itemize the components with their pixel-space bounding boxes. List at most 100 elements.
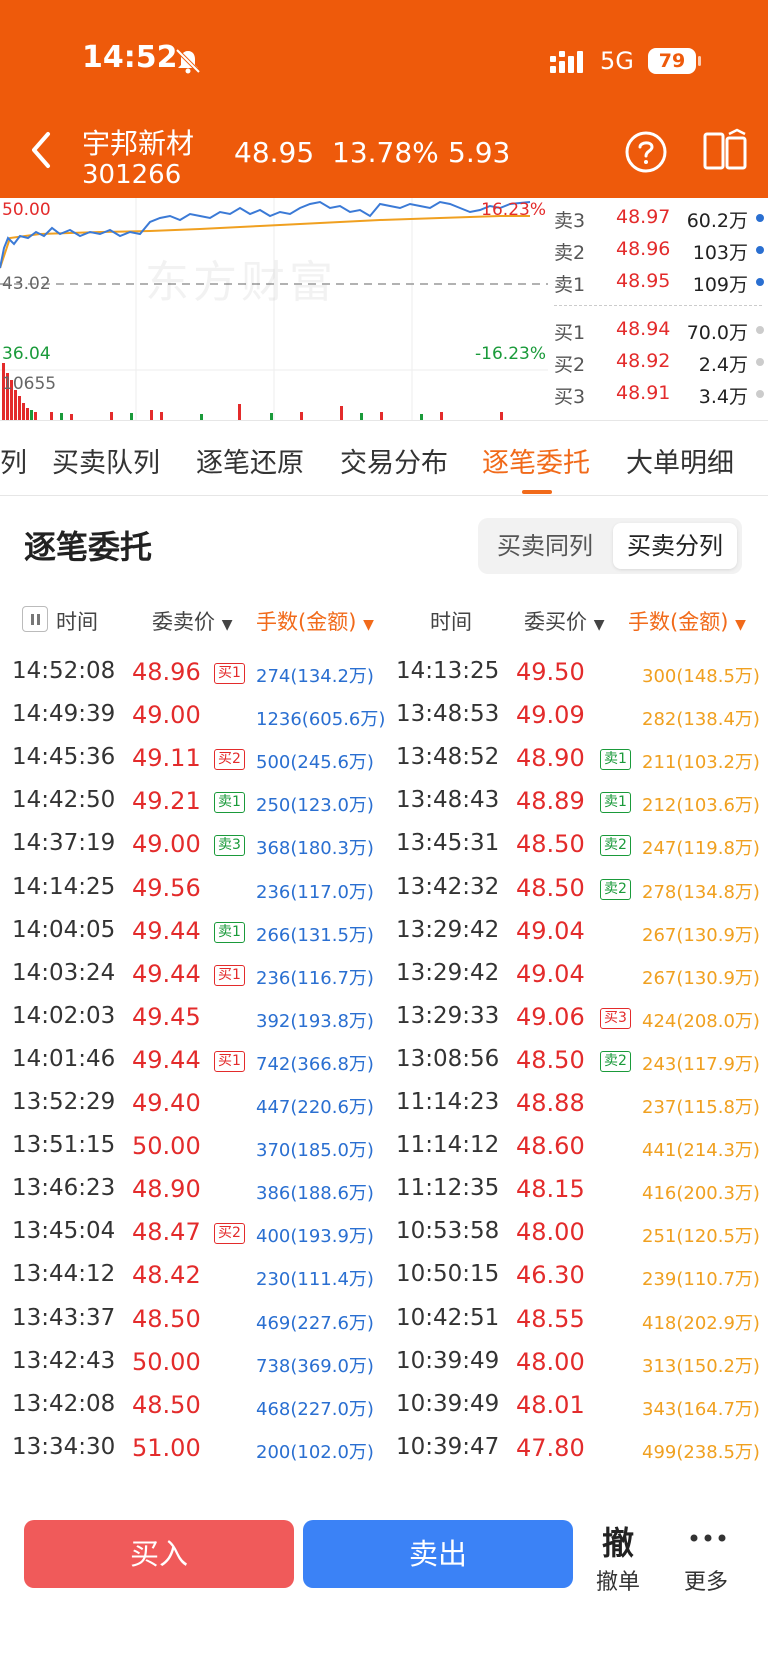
- col-sell-price[interactable]: 委卖价 ▼: [152, 606, 232, 636]
- stock-name: 宇邦新材: [82, 127, 195, 160]
- help-icon[interactable]: [624, 130, 668, 174]
- sell-order-badge: 卖1: [214, 921, 245, 943]
- col-sell-price-label: 委卖价: [152, 610, 215, 634]
- pause-icon[interactable]: [22, 606, 48, 632]
- tab-order-queue[interactable]: 买卖队列: [52, 441, 160, 480]
- table-row[interactable]: 14:14:25 49.56 236(117.0万) 13:42:32 48.50 278…: [0, 866, 768, 912]
- cancel-order-icon[interactable]: 撤: [602, 1518, 634, 1564]
- sell-price: 48.47: [132, 1218, 201, 1247]
- table-row[interactable]: 13:45:04 48.47 400(193.9万) 10:53:58 48.00 251…: [0, 1210, 768, 1256]
- ask-label: 卖1: [554, 274, 586, 296]
- sell-volume: 1236(605.6万): [256, 709, 386, 731]
- table-row[interactable]: 14:42:50 49.21 250(123.0万) 13:48:43 48.89 212…: [0, 779, 768, 825]
- buy-time: 10:39:49: [396, 1390, 500, 1417]
- sell-price: 49.21: [132, 787, 201, 816]
- column-headers: 时间 委卖价 ▼ 手数(金额) ▼ 时间 委买价 ▼ 手数(金额) ▼: [0, 602, 768, 638]
- table-row[interactable]: 14:45:36 49.11 500(245.6万) 13:48:52 48.90 211…: [0, 736, 768, 782]
- sell-price: 48.90: [132, 1175, 201, 1204]
- ask-dot-icon: [756, 246, 764, 254]
- buy-volume: 239(110.7万): [642, 1269, 760, 1291]
- status-bar: 14:52 5G 79: [0, 0, 768, 120]
- stock-change: 5.93: [448, 136, 511, 169]
- chart-preclose-label: 43.02: [2, 274, 51, 294]
- chart-pct-high-label: 16.23%: [481, 200, 546, 220]
- more-label[interactable]: 更多: [684, 1564, 728, 1596]
- sell-time: 14:02:03: [12, 1002, 116, 1029]
- col-buy-volume-label: 手数(金额): [628, 610, 729, 634]
- same-column-button[interactable]: 买卖同列: [483, 523, 607, 569]
- sell-time: 13:43:37: [12, 1304, 116, 1331]
- buy-price: 48.00: [516, 1347, 585, 1376]
- col-buy-volume[interactable]: 手数(金额) ▼: [628, 606, 746, 636]
- status-time: 14:52: [82, 40, 178, 75]
- bid-price: 48.94: [616, 318, 671, 340]
- cancel-order-label[interactable]: 撤单: [596, 1564, 640, 1596]
- buy-volume: 313(150.2万): [642, 1355, 760, 1377]
- sort-caret-icon: ▼: [593, 617, 605, 633]
- col-buy-price[interactable]: 委买价 ▼: [524, 606, 604, 636]
- table-row[interactable]: 13:42:43 50.00 738(369.0万) 10:39:49 48.00 313…: [0, 1340, 768, 1386]
- table-row[interactable]: 14:04:05 49.44 266(131.5万) 13:29:42 49.04 267…: [0, 909, 768, 955]
- buy-time: 11:12:35: [396, 1175, 500, 1202]
- table-row[interactable]: 13:43:37 48.50 469(227.6万) 10:42:51 48.55 418…: [0, 1297, 768, 1343]
- table-row[interactable]: 13:51:15 50.00 370(185.0万) 11:14:12 48.60 441…: [0, 1124, 768, 1170]
- view-toggle: 买卖同列 买卖分列: [478, 518, 742, 574]
- table-row[interactable]: 14:02:03 49.45 392(193.8万) 13:29:33 49.06 424…: [0, 995, 768, 1041]
- buy-price: 49.50: [516, 658, 585, 686]
- tab-big-orders[interactable]: 大单明细: [626, 441, 734, 480]
- table-row[interactable]: 14:01:46 49.44 742(366.8万) 13:08:56 48.50 243…: [0, 1038, 768, 1084]
- sell-volume: 400(193.9万): [256, 1226, 374, 1248]
- volume-bars-down: [30, 410, 423, 420]
- buy-button[interactable]: 买入: [24, 1520, 294, 1588]
- intraday-chart[interactable]: 东方财富 50.00 43.02 36.04 16.23% -16.23% 10…: [0, 198, 548, 420]
- tab-trade-distribution[interactable]: 交易分布: [340, 441, 448, 480]
- buy-time: 13:48:53: [396, 701, 500, 728]
- buy-time: 10:50:15: [396, 1261, 500, 1288]
- tab-tick-orders[interactable]: 逐笔委托: [482, 441, 590, 480]
- chart-low-label: 36.04: [2, 344, 51, 364]
- bid-dot-icon: [756, 358, 764, 366]
- sell-volume: 500(245.6万): [256, 752, 374, 774]
- buy-volume: 441(214.3万): [642, 1140, 760, 1162]
- sell-volume: 236(117.0万): [256, 881, 374, 903]
- buy-volume: 282(138.4万): [642, 709, 760, 731]
- sell-order-badge: 买1: [214, 663, 245, 684]
- volume-bars: [2, 363, 503, 420]
- table-row[interactable]: 14:37:19 49.00 368(180.3万) 13:45:31 48.50 247…: [0, 822, 768, 868]
- sell-volume: 370(185.0万): [256, 1140, 374, 1162]
- table-row[interactable]: 13:44:12 48.42 230(111.4万) 10:50:15 46.30 239…: [0, 1253, 768, 1299]
- sell-volume: 469(227.6万): [256, 1312, 374, 1334]
- buy-price: 48.00: [516, 1218, 585, 1247]
- sell-time: 14:14:25: [12, 873, 116, 900]
- buy-time: 11:14:23: [396, 1089, 500, 1115]
- sort-caret-icon: ▼: [221, 617, 233, 633]
- buy-volume: 278(134.8万): [642, 881, 760, 903]
- sell-button[interactable]: 卖出: [303, 1520, 573, 1588]
- buy-price: 48.50: [516, 873, 585, 902]
- tab-queue-partial[interactable]: 列: [0, 441, 27, 480]
- sell-price: 49.44: [132, 1045, 201, 1074]
- table-row[interactable]: 14:03:24 49.44 236(116.7万) 13:29:42 49.04 267…: [0, 952, 768, 998]
- table-row[interactable]: 13:46:23 48.90 386(188.6万) 11:12:35 48.15 416…: [0, 1167, 768, 1213]
- split-column-button[interactable]: 买卖分列: [613, 523, 737, 569]
- bid-dot-icon: [756, 390, 764, 398]
- buy-order-badge: 买3: [600, 1007, 631, 1029]
- col-sell-volume[interactable]: 手数(金额) ▼: [256, 606, 374, 636]
- sell-time: 14:52:08: [12, 658, 116, 684]
- switch-layout-icon[interactable]: [702, 128, 750, 174]
- col-buy-price-label: 委买价: [524, 610, 587, 634]
- table-row[interactable]: 14:52:08 48.96 274(134.2万) 14:13:25 49.50 300…: [0, 650, 768, 696]
- sell-time: 14:42:50: [12, 787, 116, 814]
- tab-tick-restore[interactable]: 逐笔还原: [196, 441, 304, 480]
- table-row[interactable]: 13:52:29 49.40 447(220.6万) 11:14:23 48.88 237…: [0, 1081, 768, 1127]
- buy-volume: 300(148.5万): [642, 666, 760, 687]
- table-row[interactable]: 13:42:08 48.50 468(227.0万) 10:39:49 48.01 343…: [0, 1383, 768, 1429]
- back-icon[interactable]: [26, 128, 56, 172]
- table-row[interactable]: 14:49:39 49.00 1236(605.6万) 13:48:53 49.09 28…: [0, 693, 768, 739]
- sell-order-badge: 卖3: [214, 835, 245, 857]
- buy-time: 13:48:52: [396, 744, 500, 771]
- sell-volume: 230(111.4万): [256, 1269, 374, 1291]
- buy-volume: 212(103.6万): [642, 795, 760, 817]
- table-row[interactable]: 13:34:30 51.00 200(102.0万) 10:39:47 47.80 499…: [0, 1426, 768, 1472]
- more-icon[interactable]: [690, 1534, 726, 1542]
